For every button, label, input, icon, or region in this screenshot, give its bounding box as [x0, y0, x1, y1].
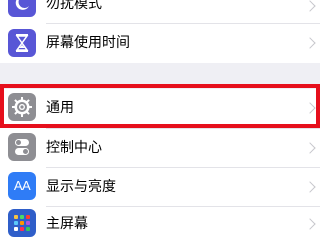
- hourglass-icon: [8, 29, 36, 57]
- aa-glyph: AA: [13, 178, 31, 193]
- settings-row-control-center[interactable]: 控制中心: [0, 129, 320, 166]
- home-screen-grid-icon: [8, 209, 36, 237]
- gear-icon: [8, 93, 36, 121]
- settings-row-label: 勿扰模式: [46, 0, 102, 12]
- settings-row-label: 控制中心: [46, 140, 102, 156]
- moon-icon: [8, 0, 36, 17]
- settings-row-screen-time[interactable]: 屏幕使用时间: [0, 24, 320, 62]
- settings-row-home-screen[interactable]: 主屏幕: [0, 207, 320, 240]
- display-aa-icon: AA: [8, 172, 36, 200]
- chevron-right-icon: [304, 142, 316, 154]
- settings-row-label: 通用: [46, 100, 74, 116]
- settings-row-general[interactable]: 通用: [0, 89, 320, 126]
- settings-row-label: 主屏幕: [46, 216, 88, 232]
- settings-row-label: 屏幕使用时间: [46, 35, 130, 51]
- toggles-icon: [8, 133, 36, 161]
- settings-row-label: 显示与亮度: [46, 179, 116, 195]
- chevron-right-icon: [304, 102, 316, 114]
- chevron-right-icon: [304, 0, 316, 12]
- settings-row-do-not-disturb[interactable]: 勿扰模式: [0, 0, 320, 20]
- chevron-right-icon: [304, 37, 316, 49]
- settings-row-display-brightness[interactable]: AA 显示与亮度: [0, 168, 320, 205]
- chevron-right-icon: [304, 218, 316, 230]
- chevron-right-icon: [304, 181, 316, 193]
- settings-group-focus: 勿扰模式 屏幕使用时间: [0, 0, 320, 63]
- settings-group-general: 通用 控制中心 AA 显示与亮度 主屏幕: [0, 89, 320, 240]
